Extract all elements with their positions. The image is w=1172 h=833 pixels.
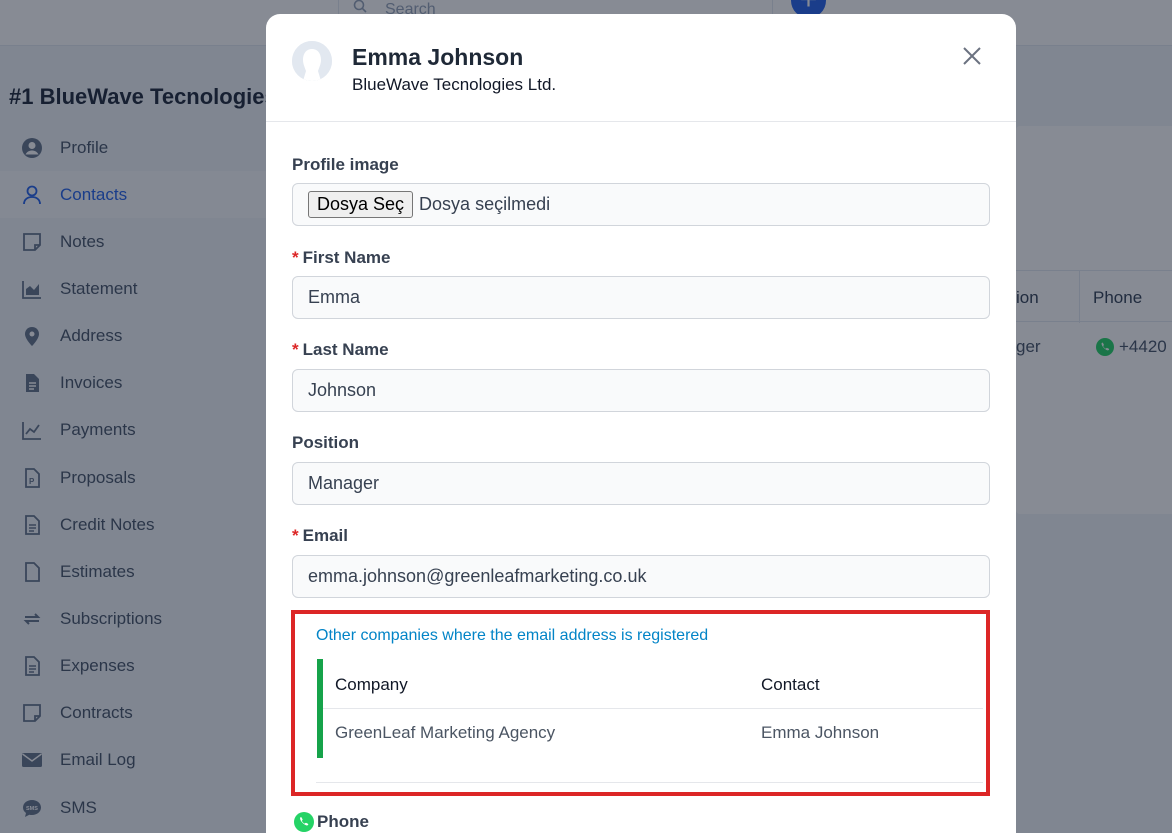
required-mark: * (292, 340, 299, 359)
position-label: Position (292, 433, 360, 452)
last-name-field[interactable]: Johnson (292, 369, 990, 412)
other-companies-title: Other companies where the email address … (316, 627, 709, 644)
contact-cell[interactable]: Emma Johnson (761, 723, 879, 743)
modal-header: Emma Johnson BlueWave Tecnologies Ltd. (266, 14, 1016, 122)
table-header: Company Contact (323, 659, 983, 709)
email-label: * Email (292, 526, 348, 546)
edit-contact-modal: Emma Johnson BlueWave Tecnologies Ltd. P… (266, 14, 1016, 833)
first-name-label-text: First Name (302, 248, 391, 267)
close-icon (963, 47, 981, 65)
modal-title: Emma Johnson (352, 44, 524, 70)
email-field[interactable]: emma.johnson@greenleafmarketing.co.uk (292, 555, 990, 598)
last-name-label-text: Last Name (302, 340, 389, 359)
profile-image-label: Profile image (292, 155, 399, 174)
required-mark: * (292, 248, 299, 267)
divider (316, 782, 983, 783)
first-name-label: * First Name (292, 248, 391, 268)
whatsapp-icon (294, 812, 314, 832)
phone-label: Phone (293, 811, 369, 833)
phone-label-text: Phone (317, 812, 369, 831)
profile-image-input[interactable]: Dosya Seç Dosya seçilmedi (292, 183, 990, 226)
choose-file-button[interactable]: Dosya Seç (308, 191, 414, 218)
file-status-text: Dosya seçilmedi (419, 194, 551, 214)
avatar (292, 41, 332, 81)
first-name-field[interactable]: Emma (292, 276, 990, 319)
position-field[interactable]: Manager (292, 462, 990, 505)
email-label-text: Email (302, 526, 348, 545)
column-header-contact: Contact (761, 675, 820, 694)
table-row[interactable]: GreenLeaf Marketing Agency Emma Johnson (323, 709, 983, 758)
required-mark: * (292, 526, 299, 545)
other-companies-table: Company Contact GreenLeaf Marketing Agen… (323, 659, 983, 758)
close-button[interactable] (962, 46, 982, 66)
modal-subtitle: BlueWave Tecnologies Ltd. (352, 75, 557, 94)
last-name-label: * Last Name (292, 340, 389, 360)
company-cell[interactable]: GreenLeaf Marketing Agency (335, 723, 555, 743)
column-header-company: Company (335, 675, 408, 694)
